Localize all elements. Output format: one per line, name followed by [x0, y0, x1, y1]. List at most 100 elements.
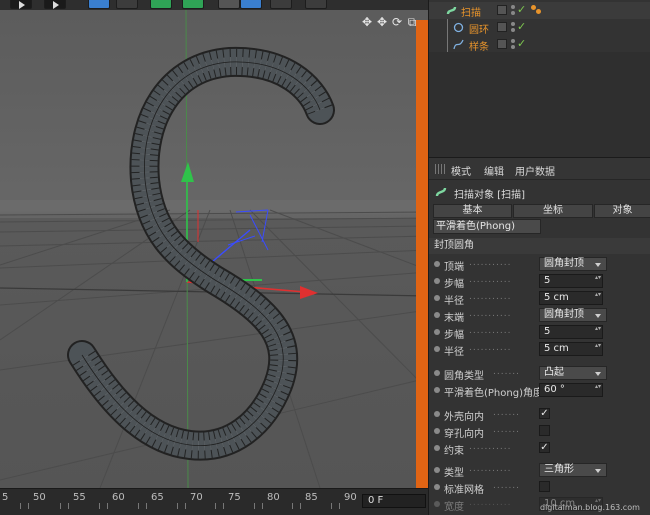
param-row-start-cap: 顶端 ........... 圆角封顶 — [429, 256, 650, 273]
menu-mode[interactable]: 模式 — [451, 163, 471, 178]
param-label: 步幅 — [444, 330, 464, 341]
enabled-check-icon[interactable]: ✓ — [517, 37, 526, 50]
end-cap-dropdown[interactable]: 圆角封顶 — [539, 308, 607, 322]
visibility-dots-icon[interactable] — [510, 38, 516, 50]
grip-icon[interactable] — [435, 164, 445, 174]
green-cog-icon[interactable] — [182, 0, 204, 9]
object-row-spline[interactable]: 样条 ✓ — [429, 36, 650, 53]
menu-edit[interactable]: 编辑 — [484, 163, 504, 178]
tab-basic[interactable]: 基本 — [433, 204, 512, 218]
param-dot-icon[interactable] — [434, 329, 440, 335]
section-caps: 封顶圆角 — [429, 238, 650, 254]
viewport-scene — [0, 10, 428, 488]
tick-label: 65 — [151, 492, 164, 503]
layer-flag-icon[interactable] — [497, 39, 507, 49]
attribute-manager: 模式 编辑 用户数据 扫描对象 [扫描] 基本 坐标 对象 平滑着色(Phong… — [428, 157, 650, 515]
sweep-icon — [435, 187, 447, 197]
object-title: 扫描对象 [扫描] — [454, 190, 525, 201]
current-frame-field[interactable]: 0 F — [362, 494, 426, 508]
light-icon[interactable] — [240, 0, 262, 9]
light-bulb-icon[interactable] — [305, 0, 327, 9]
param-row-hole-inwards: 穿孔向内 ....... — [429, 423, 650, 440]
param-dot-icon[interactable] — [434, 428, 440, 434]
menu-user-data[interactable]: 用户数据 — [515, 163, 555, 178]
standard-grid-checkbox[interactable] — [539, 481, 550, 492]
scroll-view-icon[interactable]: ✥ — [376, 15, 388, 29]
param-dot-icon[interactable] — [434, 295, 440, 301]
start-steps-field[interactable]: 5 — [539, 274, 603, 288]
constrain-checkbox[interactable]: ✓ — [539, 442, 550, 453]
timeline-ruler[interactable]: 5 50 55 60 65 70 75 80 85 90 — [0, 489, 360, 515]
camera-icon[interactable] — [270, 0, 292, 9]
visibility-dots-icon[interactable] — [510, 4, 516, 16]
enabled-check-icon[interactable]: ✓ — [517, 3, 526, 16]
horizon-band — [0, 200, 428, 218]
layer-flag-icon[interactable] — [497, 5, 507, 15]
visibility-dots-icon[interactable] — [510, 21, 516, 33]
fillet-type-dropdown[interactable]: 凸起 — [539, 366, 607, 380]
type-dropdown[interactable]: 三角形 — [539, 463, 607, 477]
phong-angle-field[interactable]: 60 ° — [539, 383, 603, 397]
param-dot-icon[interactable] — [434, 467, 440, 473]
param-row-phong-angle: 平滑着色(Phong)角度 60 ° — [429, 382, 650, 399]
object-row-sweep[interactable]: 扫描 ✓ — [429, 2, 650, 19]
end-radius-field[interactable]: 5 cm — [539, 342, 603, 356]
move-view-icon[interactable]: ✥ — [361, 15, 373, 29]
tab-object[interactable]: 对象 — [594, 204, 650, 218]
param-dot-icon[interactable] — [434, 370, 440, 376]
play-icon[interactable] — [10, 0, 32, 9]
object-manager: 扫描 ✓ 圆环 ✓ 样条 ✓ — [428, 0, 650, 157]
param-dot-icon[interactable] — [434, 278, 440, 284]
param-dot-icon[interactable] — [434, 501, 440, 507]
spline-icon — [453, 39, 464, 50]
object-list-empty-area[interactable] — [429, 52, 650, 157]
param-dot-icon[interactable] — [434, 387, 440, 393]
param-label: 宽度 — [444, 502, 464, 513]
tab-phong[interactable]: 平滑着色(Phong) — [433, 219, 541, 234]
param-label: 圆角类型 — [444, 371, 484, 382]
object-row-circle[interactable]: 圆环 ✓ — [429, 19, 650, 53]
param-row-end-cap: 末端 ........... 圆角封顶 — [429, 307, 650, 324]
play-icon[interactable] — [44, 0, 66, 9]
rotate-view-icon[interactable]: ⟳ — [391, 15, 403, 29]
attribute-tabs: 基本 坐标 对象 — [433, 204, 650, 218]
cog-add-icon[interactable] — [116, 0, 138, 9]
sphere-icon[interactable] — [218, 0, 240, 9]
param-label: 穿孔向内 — [444, 429, 484, 440]
start-cap-dropdown[interactable]: 圆角封顶 — [539, 257, 607, 271]
start-radius-field[interactable]: 5 cm — [539, 291, 603, 305]
object-name[interactable]: 扫描 — [461, 4, 481, 19]
cube-icon[interactable] — [88, 0, 110, 9]
tick-label: 90 — [344, 492, 357, 503]
param-dot-icon[interactable] — [434, 261, 440, 267]
object-name[interactable]: 圆环 — [469, 21, 489, 36]
param-dot-icon[interactable] — [434, 484, 440, 490]
param-dot-icon[interactable] — [434, 312, 440, 318]
hull-inwards-checkbox[interactable]: ✓ — [539, 408, 550, 419]
param-dot-icon[interactable] — [434, 445, 440, 451]
param-row-hull-inwards: 外壳向内 ....... ✓ — [429, 406, 650, 423]
enabled-check-icon[interactable]: ✓ — [517, 20, 526, 33]
viewport[interactable]: ✥ ✥ ⟳ ⧉ — [0, 10, 428, 488]
object-name[interactable]: 样条 — [469, 38, 489, 53]
param-label: 半径 — [444, 296, 464, 307]
param-label: 约束 — [444, 446, 464, 457]
end-steps-field[interactable]: 5 — [539, 325, 603, 339]
viewport-side-strip — [416, 20, 428, 488]
tick-label: 5 — [2, 492, 9, 503]
tick-label: 60 — [112, 492, 125, 503]
param-row-standard-grid: 标准网格 ....... — [429, 479, 650, 496]
param-label: 外壳向内 — [444, 412, 484, 423]
tick-label: 80 — [267, 492, 280, 503]
param-dot-icon[interactable] — [434, 346, 440, 352]
param-dot-icon[interactable] — [434, 411, 440, 417]
toolbar — [0, 0, 428, 10]
layer-flag-icon[interactable] — [497, 22, 507, 32]
hole-inwards-checkbox[interactable] — [539, 425, 550, 436]
timeline[interactable]: 5 50 55 60 65 70 75 80 85 90 0 F — [0, 488, 428, 515]
green-cog-icon[interactable] — [150, 0, 172, 9]
param-row-constrain: 约束 ........... ✓ — [429, 440, 650, 457]
param-label: 步幅 — [444, 279, 464, 290]
tab-coord[interactable]: 坐标 — [513, 204, 593, 218]
param-row-start-radius: 半径 ........... 5 cm — [429, 290, 650, 307]
